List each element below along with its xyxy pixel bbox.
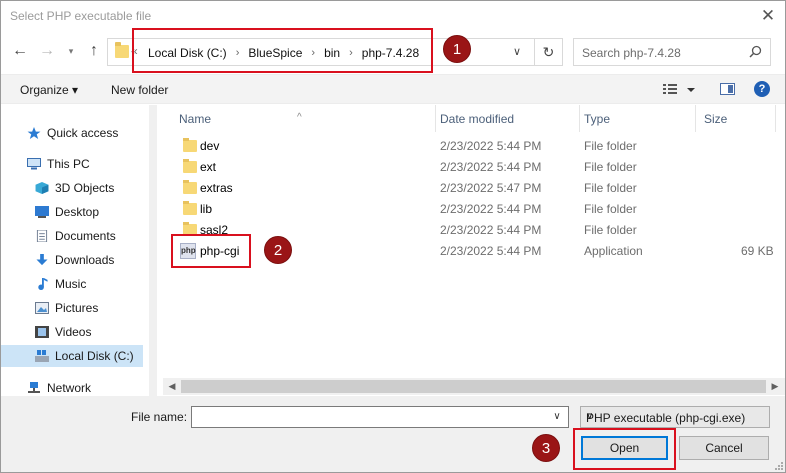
recent-locations-button[interactable]: ▾: [61, 40, 81, 62]
arrow-left-icon: ←: [12, 42, 28, 59]
star-icon: [27, 127, 41, 139]
arrow-right-icon: →: [39, 42, 55, 59]
horizontal-scrollbar[interactable]: ◀ ▶: [163, 378, 785, 395]
sort-ascending-icon: ^: [297, 112, 302, 123]
drive-icon: [35, 350, 49, 362]
sidebar-item-documents[interactable]: Documents: [1, 225, 143, 247]
video-icon: [35, 326, 49, 338]
sidebar-scrollbar[interactable]: [149, 105, 157, 398]
column-divider[interactable]: [775, 105, 776, 132]
annotation-box-open: [573, 428, 676, 470]
scroll-right-icon[interactable]: ▶: [768, 380, 782, 393]
column-header-name[interactable]: ^ Name: [163, 105, 439, 132]
close-icon: ✕: [760, 6, 776, 25]
arrow-up-icon: ↑: [90, 42, 98, 59]
annotation-box-address: [132, 28, 433, 73]
desktop-icon: [35, 206, 49, 218]
preview-pane-icon[interactable]: [720, 83, 735, 95]
title-bar: Select PHP executable file ✕: [1, 1, 785, 31]
sidebar-item-videos[interactable]: Videos: [1, 321, 143, 343]
picture-icon: [35, 302, 49, 314]
command-bar: Organize ▾ New folder ?: [1, 74, 785, 104]
file-list: ^ Name Date modified Type Size dev 2/23/…: [163, 105, 785, 377]
network-icon: [28, 382, 40, 393]
refresh-icon: ↻: [542, 44, 555, 60]
sidebar-item-downloads[interactable]: Downloads: [1, 249, 143, 271]
search-box[interactable]: Search php-7.4.28: [573, 38, 771, 66]
refresh-button[interactable]: ↻: [534, 39, 562, 65]
cancel-button[interactable]: Cancel: [679, 436, 769, 460]
sidebar-item-this-pc[interactable]: This PC: [1, 153, 143, 175]
back-button[interactable]: ←: [10, 40, 30, 62]
file-name-input[interactable]: [191, 406, 569, 428]
up-button[interactable]: ↑: [84, 40, 104, 62]
table-row[interactable]: php php-cgi 2/23/2022 5:44 PM Applicatio…: [163, 241, 775, 262]
music-icon: [38, 278, 48, 290]
folder-icon: [183, 201, 197, 215]
annotation-box-file: [171, 234, 251, 268]
sidebar-item-music[interactable]: Music: [1, 273, 143, 295]
new-folder-button[interactable]: New folder: [111, 83, 168, 97]
search-icon: [749, 45, 762, 58]
organize-button[interactable]: Organize ▾: [20, 83, 78, 97]
table-row[interactable]: lib 2/23/2022 5:44 PM File folder: [163, 199, 775, 220]
annotation-badge-2: 2: [264, 236, 292, 264]
column-header-date[interactable]: Date modified: [435, 105, 579, 132]
chevron-down-icon: ▾: [68, 46, 74, 56]
document-icon: [36, 230, 48, 242]
file-dialog: Select PHP executable file ✕ ← → ▾ ↑ « L…: [0, 0, 786, 473]
file-type-select[interactable]: PHP executable (php-cgi.exe) ∨: [580, 406, 770, 428]
chevron-down-icon: ∨: [553, 411, 561, 422]
sidebar-item-3d-objects[interactable]: 3D Objects: [1, 177, 143, 199]
chevron-down-icon: ∨: [512, 46, 522, 58]
column-header-type[interactable]: Type: [579, 105, 695, 132]
annotation-badge-3: 3: [532, 434, 560, 462]
cube-icon: [35, 182, 49, 194]
sidebar-item-quick-access[interactable]: Quick access: [1, 122, 143, 144]
search-input[interactable]: Search php-7.4.28: [582, 46, 681, 60]
view-options-icon[interactable]: [663, 83, 697, 97]
table-row[interactable]: dev 2/23/2022 5:44 PM File folder: [163, 136, 775, 157]
file-name-label: File name:: [131, 410, 188, 424]
sidebar-item-pictures[interactable]: Pictures: [1, 297, 143, 319]
close-button[interactable]: ✕: [757, 5, 779, 27]
column-header-size[interactable]: Size: [695, 105, 775, 132]
window-title: Select PHP executable file: [10, 9, 152, 23]
sidebar-item-desktop[interactable]: Desktop: [1, 201, 143, 223]
help-icon[interactable]: ?: [754, 81, 770, 97]
folder-icon: [183, 138, 197, 152]
folder-icon: [183, 180, 197, 194]
scroll-left-icon[interactable]: ◀: [165, 380, 179, 393]
sidebar-item-local-disk[interactable]: Local Disk (C:): [1, 345, 143, 367]
forward-button[interactable]: →: [37, 40, 57, 62]
chevron-down-icon: ∨: [586, 411, 594, 422]
table-row[interactable]: sasl2 2/23/2022 5:44 PM File folder: [163, 220, 775, 241]
address-dropdown-button[interactable]: ∨: [507, 42, 527, 62]
scrollbar-thumb[interactable]: [181, 380, 766, 393]
file-name-dropdown[interactable]: ∨: [549, 409, 565, 425]
computer-icon: [27, 158, 41, 170]
resize-grip-icon[interactable]: [773, 460, 783, 470]
table-row[interactable]: ext 2/23/2022 5:44 PM File folder: [163, 157, 775, 178]
folder-icon: [115, 42, 129, 58]
navigation-pane: Quick access This PC 3D Objects Desktop …: [1, 105, 143, 398]
folder-icon: [183, 159, 197, 173]
download-icon: [36, 254, 48, 266]
table-row[interactable]: extras 2/23/2022 5:47 PM File folder: [163, 178, 775, 199]
annotation-badge-1: 1: [443, 35, 471, 63]
